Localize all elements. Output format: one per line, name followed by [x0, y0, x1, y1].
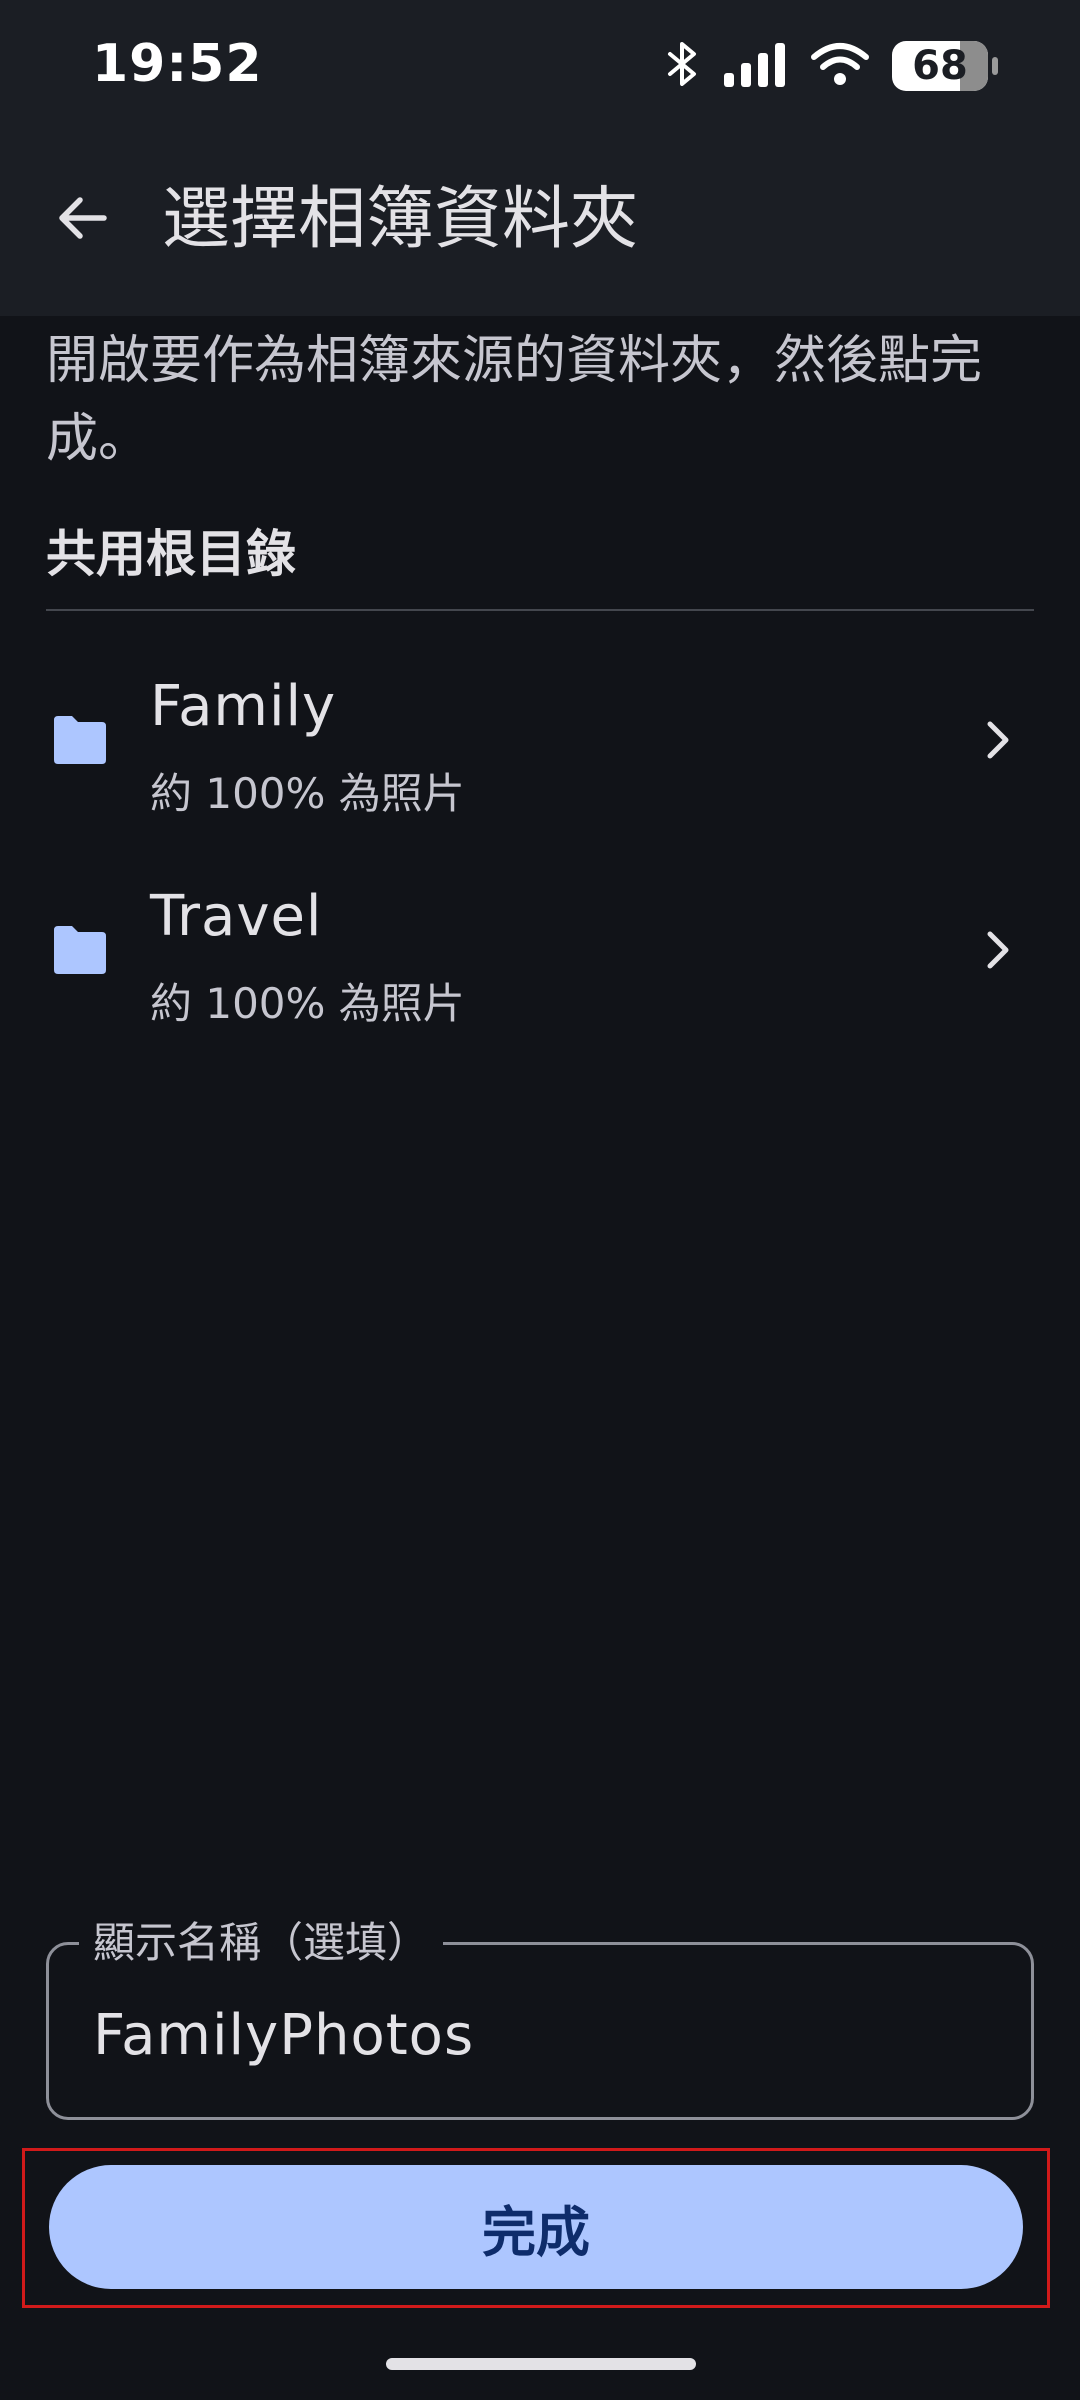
- display-name-input[interactable]: [93, 2003, 973, 2068]
- status-icons: 68: [666, 38, 998, 94]
- page-title: 選擇相簿資料夾: [162, 180, 639, 259]
- done-button-highlight: 完成: [22, 2148, 1050, 2308]
- home-indicator[interactable]: [386, 2358, 696, 2370]
- top-bar: 19:52 68 選擇相簿資料夾: [0, 0, 1080, 316]
- folder-subtitle: 約 100% 為照片: [150, 979, 465, 1028]
- chevron-right-icon: [987, 931, 1009, 969]
- status-time: 19:52: [92, 34, 263, 94]
- back-button[interactable]: [44, 180, 120, 256]
- divider: [46, 609, 1034, 611]
- battery-level: 68: [912, 43, 968, 89]
- arrow-back-icon: [59, 197, 107, 239]
- section-header: 共用根目錄: [46, 525, 296, 583]
- folder-icon: [54, 716, 106, 764]
- instructions-text: 開啟要作為相簿來源的資料夾，然後點完成。: [46, 331, 983, 469]
- chevron-right-icon: [987, 721, 1009, 759]
- folder-subtitle: 約 100% 為照片: [150, 769, 465, 818]
- done-button[interactable]: 完成: [49, 2165, 1023, 2289]
- wifi-icon: [810, 41, 870, 91]
- folder-item-travel[interactable]: Travel 約 100% 為照片: [0, 850, 1080, 1050]
- folder-name: Family: [150, 674, 337, 739]
- folder-item-family[interactable]: Family 約 100% 為照片: [0, 640, 1080, 840]
- display-name-field[interactable]: 顯示名稱（選填）: [46, 1915, 1034, 2120]
- folder-name: Travel: [150, 884, 323, 949]
- signal-icon: [722, 41, 788, 91]
- bluetooth-icon: [666, 42, 700, 90]
- folder-icon: [54, 926, 106, 974]
- display-name-label: 顯示名稱（選填）: [79, 1915, 444, 1971]
- battery-icon: 68: [892, 41, 998, 91]
